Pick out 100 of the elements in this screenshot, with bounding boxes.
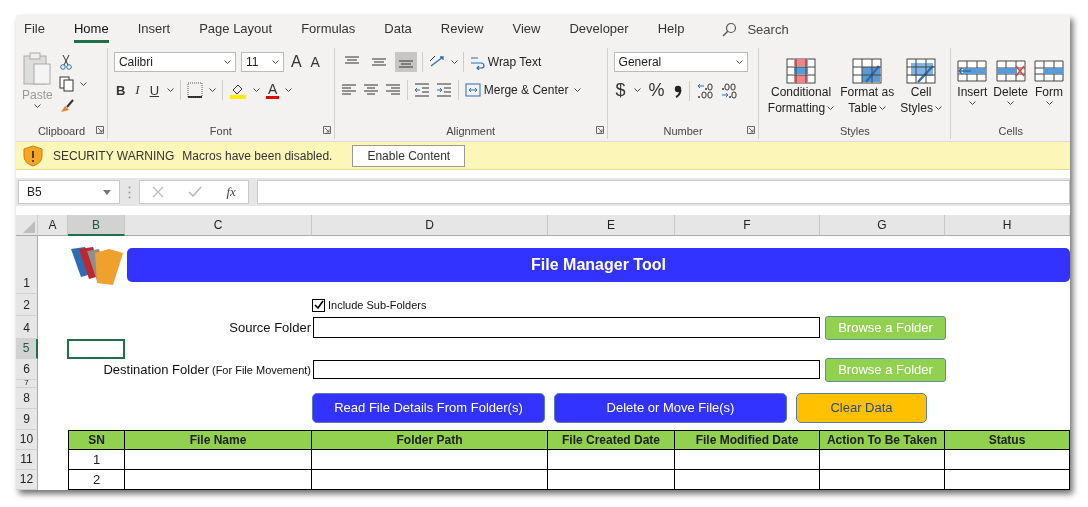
caret-icon [33,104,41,109]
row-header[interactable]: 11 [16,450,38,470]
ribbon-tab[interactable]: Insert [137,16,171,43]
row-header[interactable]: 1 [16,236,38,294]
tool-title-banner: File Manager Tool [127,248,1070,282]
cell-styles-button[interactable]: Cell Styles [900,52,942,125]
dialog-launcher-icon[interactable] [322,126,331,134]
column-header[interactable]: F [675,215,820,236]
caret-icon [285,87,293,93]
increase-decimal-icon[interactable] [695,81,714,100]
caret-icon [79,81,87,87]
action-button[interactable]: Delete or Move File(s) [554,392,787,423]
column-header[interactable]: H [945,215,1070,236]
format-button[interactable]: Form [1034,52,1064,125]
insert-function-button[interactable]: fx [226,184,236,200]
caret-icon [879,106,887,111]
decrease-indent-icon[interactable] [413,83,430,97]
table-cells-icon [995,58,1026,84]
vertical-align-button[interactable] [394,52,417,72]
include-subfolders-checkbox[interactable]: Include Sub-Folders [312,294,548,316]
row-header[interactable]: 7 [16,380,38,388]
row-header[interactable]: 5 [16,339,38,359]
decrease-decimal-icon[interactable] [719,81,738,100]
search-field[interactable]: Search [747,22,789,37]
caret-icon [167,87,175,93]
column-header[interactable]: E [548,215,675,236]
insert-button[interactable]: Insert [957,52,988,125]
conditional-formatting-button[interactable]: Conditional Formatting [767,52,835,125]
row-header[interactable]: 12 [16,470,38,490]
search-icon [721,21,738,38]
font-name-dropdown[interactable]: Calibri [113,52,236,72]
action-button[interactable]: Read File Details From Folder(s) [312,392,545,423]
enable-content-button[interactable]: Enable Content [352,144,466,167]
name-box[interactable]: B5 [18,180,120,204]
source-folder-field[interactable] [313,317,820,338]
ribbon-tab[interactable]: Help [657,16,685,43]
format-as-table-button[interactable]: Format as Table [840,52,895,125]
row-header[interactable]: 6 [16,359,38,380]
table-cells-icon [1034,58,1064,84]
table-header-cell: Action To Be Taken [820,430,945,450]
table-header-cell: File Created Date [548,430,675,450]
row-header[interactable]: 8 [16,388,38,409]
merge-center-button[interactable]: Merge & Center [464,82,569,98]
scissors-icon[interactable] [58,54,73,70]
number-format-dropdown[interactable]: General [613,52,748,72]
ribbon-tab[interactable]: Formulas [301,16,356,43]
row-header[interactable]: 2 [16,294,38,316]
horizontal-align-icon[interactable] [384,83,401,97]
table-header-cell: Folder Path [312,430,548,450]
caret-icon [735,59,743,65]
ribbon-tab[interactable]: Developer [569,16,629,43]
ribbon-tab[interactable]: View [512,16,541,43]
caret-icon [1007,101,1015,106]
copy-icon[interactable] [58,76,75,92]
increase-indent-icon[interactable] [435,83,452,97]
bold-button[interactable]: B [113,82,128,98]
font-size-dropdown[interactable]: 11 [240,52,284,72]
destination-folder-field[interactable] [313,360,820,379]
underline-button[interactable]: U [147,82,162,98]
table-style-icon [906,58,937,84]
caret-icon [1045,101,1053,106]
source-folder-label: Source Folder [228,319,312,337]
grow-font-button[interactable]: A [288,53,304,71]
horizontal-align-icon[interactable] [362,83,379,97]
dialog-launcher-icon[interactable] [747,126,756,134]
shrink-font-button[interactable]: A [308,54,322,70]
delete-button[interactable]: Delete [993,52,1028,125]
ribbon-tab[interactable]: Data [384,16,412,43]
column-header[interactable]: C [125,215,312,236]
wrap-text-button[interactable]: Wrap Text [468,54,542,70]
borders-icon[interactable] [187,82,204,98]
table-header-cell: Status [945,430,1070,450]
more-options-icon [128,185,131,199]
column-header[interactable]: B [68,215,125,236]
table-cell: 2 [68,470,125,490]
table-style-icon [786,58,816,84]
font-color-button[interactable]: A [266,81,280,99]
caret-icon [633,88,641,93]
checkmark-icon[interactable] [188,186,203,198]
ribbon-tab[interactable]: Review [440,16,484,43]
row-header[interactable]: 10 [16,430,38,450]
column-header[interactable]: D [312,215,548,236]
horizontal-align-icon[interactable] [340,83,357,97]
italic-button[interactable]: I [133,82,142,98]
row-header[interactable]: 9 [16,409,38,430]
caret-icon [827,106,835,111]
column-header[interactable]: G [820,215,945,236]
format-painter-icon[interactable] [58,98,75,114]
clear-data-button[interactable]: Clear Data [796,392,927,423]
column-header[interactable]: A [38,215,68,236]
selected-cell[interactable] [67,339,125,359]
ribbon-tab[interactable]: File [24,16,45,43]
formula-input[interactable] [257,180,1070,204]
security-warning-message: Macros have been disabled. [182,148,333,163]
dialog-launcher-icon[interactable] [95,126,104,134]
percent-button[interactable]: % [646,80,667,101]
ribbon-tab[interactable]: Page Layout [199,16,273,43]
row-header[interactable]: 4 [16,316,38,339]
dialog-launcher-icon[interactable] [595,126,604,134]
currency-button[interactable]: $ [613,80,628,101]
